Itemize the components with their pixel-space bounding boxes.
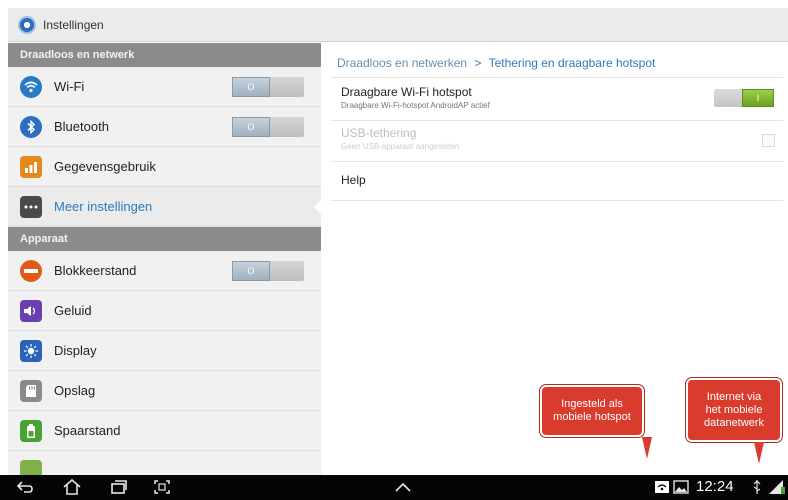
pref-title: USB-tethering xyxy=(341,126,417,140)
wifi-toggle[interactable]: O xyxy=(232,77,304,97)
recent-apps-icon[interactable] xyxy=(110,480,128,494)
sidebar-item-label: Opslag xyxy=(54,383,96,398)
gallery-icon xyxy=(673,480,689,494)
settings-sidebar: Draadloos en netwerk Wi-Fi O Bluetooth O… xyxy=(8,43,321,475)
sidebar-item-label: Display xyxy=(54,343,97,358)
wifi-icon xyxy=(20,75,42,98)
pref-usb-tethering[interactable]: USB-tethering Geen USB-apparaat aangeslo… xyxy=(341,126,459,151)
back-icon[interactable] xyxy=(16,480,34,494)
pref-subtitle: Draagbare Wi-Fi-hotspot AndroidAP actief xyxy=(341,101,490,110)
annotation-pointer xyxy=(754,442,764,464)
breadcrumb-current: Tethering en draagbare hotspot xyxy=(488,56,656,70)
screenshot-icon[interactable] xyxy=(154,480,170,494)
more-icon xyxy=(20,195,42,218)
signal-icon xyxy=(769,480,785,494)
usb-icon xyxy=(753,480,761,494)
sidebar-item-more-settings[interactable]: Meer instellingen xyxy=(8,187,321,227)
section-header-wireless: Draadloos en netwerk xyxy=(8,43,321,67)
hotspot-status-icon xyxy=(655,481,669,493)
sound-icon xyxy=(20,299,42,322)
title-bar: Instellingen xyxy=(8,8,788,42)
sidebar-item-sound[interactable]: Geluid xyxy=(8,291,321,331)
partial-item-icon xyxy=(20,459,42,475)
hotspot-toggle[interactable]: I xyxy=(714,89,774,107)
status-clock: 12:24 xyxy=(696,478,734,495)
sidebar-item-label: Geluid xyxy=(54,303,92,318)
annotation-line: Ingesteld als xyxy=(561,398,623,410)
breadcrumb: Draadloos en netwerken > Tethering en dr… xyxy=(337,56,655,70)
sidebar-item-bluetooth[interactable]: Bluetooth O xyxy=(8,107,321,147)
system-navigation-bar: 12:24 xyxy=(0,475,788,500)
sidebar-item-label: Gegevensgebruik xyxy=(54,159,156,174)
section-header-device: Apparaat xyxy=(8,227,321,251)
annotation-line: Internet via xyxy=(706,390,762,403)
sidebar-item-label: Meer instellingen xyxy=(54,199,153,214)
divider xyxy=(331,120,783,121)
sidebar-item-label: Wi-Fi xyxy=(54,79,85,94)
sidebar-item-label: Spaarstand xyxy=(54,423,121,438)
hotspot-annotation: Ingesteld als mobiele hotspot xyxy=(540,385,652,459)
pref-title: Draagbare Wi-Fi hotspot xyxy=(341,85,472,99)
network-annotation: Internet via het mobiele datanetwerk xyxy=(686,378,782,464)
annotation-line: het mobiele xyxy=(705,403,763,416)
page-title: Instellingen xyxy=(43,17,104,32)
pref-subtitle: Geen USB-apparaat aangesloten xyxy=(341,142,460,151)
annotation-pointer xyxy=(642,437,652,459)
battery-saver-icon xyxy=(20,419,42,442)
divider xyxy=(331,161,783,162)
usb-tethering-checkbox[interactable] xyxy=(762,134,775,147)
sidebar-item-blocking-mode[interactable]: Blokkeerstand O xyxy=(8,251,321,291)
data-usage-icon xyxy=(20,155,42,178)
divider xyxy=(331,77,783,78)
pref-title: Help xyxy=(341,173,366,187)
home-icon[interactable] xyxy=(62,479,82,495)
bluetooth-toggle[interactable]: O xyxy=(232,117,304,137)
sidebar-item-label: Blokkeerstand xyxy=(54,263,137,278)
selected-caret xyxy=(314,199,321,215)
divider xyxy=(331,200,783,201)
pref-help[interactable]: Help xyxy=(341,173,366,187)
up-chevron-icon[interactable] xyxy=(394,482,412,492)
storage-icon xyxy=(20,379,42,402)
breadcrumb-parent[interactable]: Draadloos en netwerken xyxy=(337,56,467,70)
bluetooth-icon xyxy=(20,115,42,138)
block-icon xyxy=(20,259,42,282)
pref-wifi-hotspot[interactable]: Draagbare Wi-Fi hotspot Draagbare Wi-Fi-… xyxy=(341,85,490,110)
sidebar-item-display[interactable]: Display xyxy=(8,331,321,371)
blocking-mode-toggle[interactable]: O xyxy=(232,261,304,281)
settings-gear-icon xyxy=(18,15,36,34)
sidebar-item-label: Bluetooth xyxy=(54,119,109,134)
sidebar-item-data-usage[interactable]: Gegevensgebruik xyxy=(8,147,321,187)
display-icon xyxy=(20,339,42,362)
sidebar-item-wifi[interactable]: Wi-Fi O xyxy=(8,67,321,107)
breadcrumb-separator-icon: > xyxy=(474,56,482,70)
annotation-line: datanetwerk xyxy=(704,416,764,429)
sidebar-item-storage[interactable]: Opslag xyxy=(8,371,321,411)
sidebar-item-partial[interactable] xyxy=(8,451,321,475)
sidebar-item-power-saving[interactable]: Spaarstand xyxy=(8,411,321,451)
annotation-line: mobiele hotspot xyxy=(553,411,631,423)
